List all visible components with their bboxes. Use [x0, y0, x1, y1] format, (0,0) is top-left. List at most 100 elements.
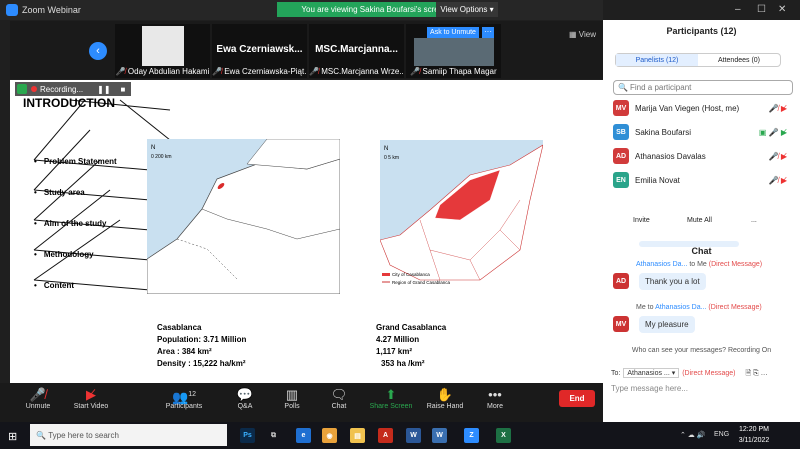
qa-icon: 💬 — [236, 387, 254, 402]
chat-input[interactable]: Type message here... — [611, 384, 688, 393]
search-icon: 🔍 — [36, 430, 49, 440]
tab-panelists[interactable]: Panelists (12) — [616, 54, 698, 66]
grand-casablanca-stats: Grand Casablanca 4.27 Million 1,117 km² … — [376, 322, 446, 370]
stat-line: 4.27 Million — [376, 335, 420, 344]
map1-north: N — [151, 145, 155, 151]
more-options-button[interactable]: ··· — [482, 27, 494, 38]
mute-all-button[interactable]: Mute All — [687, 217, 712, 224]
recording-label: Recording... — [40, 84, 84, 94]
map1-scale: 0 200 km — [151, 154, 172, 160]
video-tile[interactable]: MSC.Marcjanna... 🎤̸ MSC.Marcjanna Wrze..… — [309, 24, 404, 78]
close-button[interactable]: ✕ — [778, 4, 786, 15]
map2-legend-region: Region of Grand Casablanca — [392, 280, 451, 285]
participants-count: 12 — [188, 391, 196, 398]
muted-mic-icon: 🎤̸ — [212, 67, 222, 76]
chrome-icon[interactable]: ◉ — [322, 428, 337, 443]
photoshop-icon[interactable]: Ps — [240, 428, 255, 443]
view-button[interactable]: ▦ View — [569, 30, 596, 39]
view-options-button[interactable]: View Options ▾ — [436, 2, 498, 17]
taskbar-search[interactable]: 🔍 Type here to search — [30, 424, 227, 446]
chat-title: Chat — [691, 246, 712, 256]
meeting-controls: 🎤̸ Unmute ▶̸ Start Video 👥12 Participants 💬… — [0, 383, 603, 422]
task-view-icon[interactable]: ⧉ — [266, 428, 281, 443]
participant-row[interactable]: AD Athanasios Davalas 🎤̸ ▶̸ — [613, 147, 793, 165]
chat-button[interactable]: 🗨 Chat — [314, 387, 364, 410]
qa-label: Q&A — [237, 403, 253, 410]
who-can-see-note[interactable]: Who can see your messages? Recording On — [603, 347, 800, 354]
previous-message-bubble — [639, 241, 739, 247]
participants-button[interactable]: 👥12 Participants — [159, 387, 209, 410]
video-off-icon: ▶̸ — [86, 387, 96, 402]
raise-hand-label: Raise Hand — [426, 403, 464, 410]
participant-name: Marija Van Viegen (Host, me) — [635, 103, 740, 113]
more-panel-button[interactable]: ... — [751, 217, 757, 224]
word-doc-icon[interactable]: W — [432, 428, 447, 443]
edge-icon[interactable]: e — [296, 428, 311, 443]
participant-row[interactable]: MV Marija Van Viegen (Host, me) 🎤̸ ▶̸ — [613, 99, 793, 117]
find-participant-input[interactable]: 🔍 Find a participant — [613, 80, 793, 95]
unmute-button[interactable]: 🎤̸ Unmute — [13, 387, 63, 410]
tile-big-name: MSC.Marcjanna... — [315, 44, 398, 55]
message-header: Me to Athanasios Da... (Direct Message) — [636, 304, 762, 311]
slide-bullet: Methodology — [34, 250, 94, 259]
message-header: Athanasios Da... to Me (Direct Message) — [636, 261, 762, 268]
video-tile[interactable]: 🎤̸ Oday Abdulian Hakami — [115, 24, 210, 78]
word-icon[interactable]: W — [406, 428, 421, 443]
avatar: AD — [613, 273, 629, 289]
to-label: To: — [611, 370, 621, 377]
participant-photo — [142, 26, 184, 66]
chat-icon: 🗨 — [330, 387, 348, 402]
muted-mic-icon: 🎤̸ — [29, 387, 47, 402]
search-icon: 🔍 — [618, 83, 628, 92]
slide-heading: INTRODUCTION — [23, 96, 115, 110]
polls-button[interactable]: ▥ Polls — [267, 387, 317, 410]
more-button[interactable]: ••• More — [470, 387, 520, 410]
tab-attendees[interactable]: Attendees (0) — [698, 54, 780, 66]
file-explorer-icon[interactable]: ▤ — [350, 428, 365, 443]
tile-name: MSC.Marcjanna Wrze... — [321, 67, 404, 76]
participant-tabs: Panelists (12) Attendees (0) — [615, 53, 781, 67]
unmute-label: Unmute — [25, 403, 51, 410]
stop-icon[interactable]: ■ — [121, 85, 126, 94]
more-icon: ••• — [488, 387, 502, 402]
minimize-button[interactable]: – — [735, 4, 741, 15]
qa-button[interactable]: 💬 Q&A — [220, 387, 270, 410]
chevron-left-icon[interactable]: ‹ — [89, 42, 107, 60]
share-screen-button[interactable]: ⬆ Share Screen — [366, 387, 416, 410]
participant-row[interactable]: EN Emilia Novat 🎤̸ ▶̸ — [613, 171, 793, 189]
invite-button[interactable]: Invite — [633, 217, 650, 224]
end-button[interactable]: End — [559, 390, 595, 407]
chat-recipient-row: To: Athanasios ... ▾ (Direct Message) 🗎 ⎘ … — [611, 368, 768, 380]
grand-casablanca-map: N 0 5 km City of Casablanca Region of Gr… — [380, 140, 543, 288]
muted-icons: 🎤̸ ▶̸ — [768, 151, 787, 161]
participant-name: Athanasios Davalas — [635, 151, 706, 161]
polls-label: Polls — [284, 403, 300, 410]
participant-video — [414, 38, 494, 66]
hand-icon: ✋ — [436, 387, 454, 402]
excel-icon[interactable]: X — [496, 428, 511, 443]
raise-hand-button[interactable]: ✋ Raise Hand — [420, 387, 470, 410]
video-tile[interactable]: Ewa Czerniawsk... 🎤̸ Ewa Czerniawska-Pią… — [212, 24, 307, 78]
grid-icon: ▦ — [569, 30, 577, 39]
chat-message: My pleasure — [639, 316, 695, 333]
tray-icons[interactable]: ⌃ ☁ 🔊 — [680, 431, 705, 439]
recipient-select[interactable]: Athanasios ... ▾ — [623, 368, 680, 378]
start-video-button[interactable]: ▶̸ Start Video — [66, 387, 116, 410]
recipient: to Me — [687, 261, 707, 268]
pdf-icon[interactable]: A — [378, 428, 393, 443]
maximize-button[interactable]: ☐ — [757, 4, 766, 15]
zoom-logo-icon — [6, 4, 18, 16]
language-indicator[interactable]: ENG — [714, 431, 729, 438]
file-icon[interactable]: 🗎 ⎘ … — [746, 370, 768, 377]
clock[interactable]: 12:20 PM 3/11/2022 — [730, 424, 778, 446]
zoom-icon[interactable]: Z — [464, 428, 479, 443]
windows-start-icon[interactable]: ⊞ — [8, 430, 17, 443]
search-placeholder: Type here to search — [48, 430, 119, 440]
view-label: View — [578, 30, 596, 39]
ask-to-unmute-button[interactable]: Ask to Unmute — [427, 27, 479, 38]
panel-title: Participants (12) — [666, 26, 737, 36]
clock-time: 12:20 PM — [739, 426, 769, 433]
pause-icon[interactable]: ❚❚ — [97, 85, 110, 94]
participant-row[interactable]: SB Sakina Boufarsi ▣ 🎤 ▶̸ — [613, 123, 793, 141]
taskbar: ⊞ 🔍 Type here to search Ps ⧉ e ◉ ▤ A W W… — [0, 422, 800, 449]
